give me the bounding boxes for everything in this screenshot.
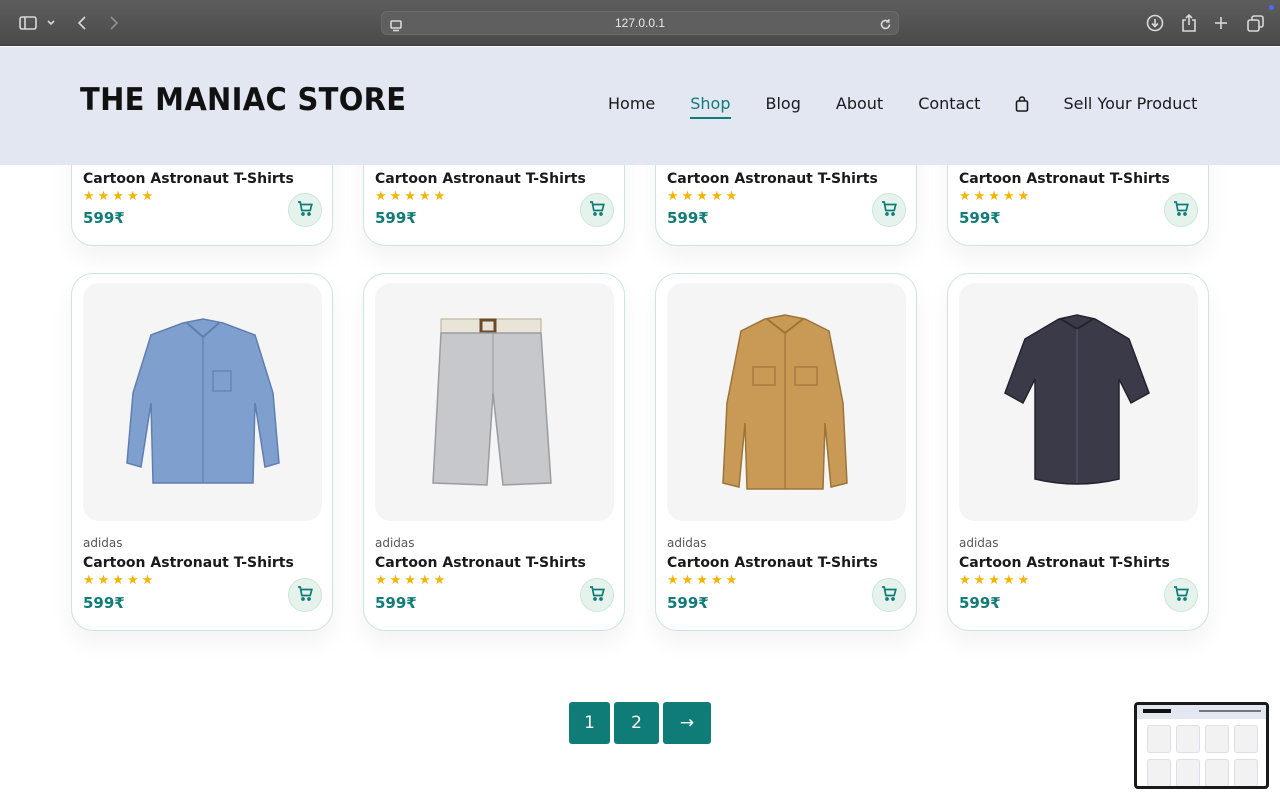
thumbnail-nav — [1199, 710, 1261, 712]
url-text: 127.0.0.1 — [614, 16, 666, 30]
new-tab-plus-icon[interactable] — [1212, 12, 1230, 34]
product-price: 599₹ — [83, 209, 125, 227]
product-image-blue-shirt[interactable] — [83, 283, 322, 521]
product-brand: adidas — [667, 536, 707, 550]
page-2-button[interactable]: 2 — [614, 702, 659, 744]
page-1-button[interactable]: 1 — [569, 702, 610, 744]
add-to-cart-button[interactable] — [580, 193, 614, 227]
thumbnail-card — [1147, 725, 1171, 753]
rating-stars: ★★★★★ — [667, 573, 741, 588]
product-name[interactable]: Cartoon Astronaut T-Shirts — [83, 171, 294, 187]
cart-icon — [589, 585, 605, 605]
cart-icon — [881, 585, 897, 605]
back-arrow-icon[interactable] — [74, 12, 90, 34]
product-card[interactable]: adidas Cartoon Astronaut T-Shirts ★★★★★ … — [947, 273, 1209, 631]
product-name[interactable]: Cartoon Astronaut T-Shirts — [667, 555, 878, 571]
product-name[interactable]: Cartoon Astronaut T-Shirts — [959, 555, 1170, 571]
product-image-tan-overshirt[interactable] — [667, 283, 906, 521]
nav-contact[interactable]: Contact — [918, 94, 980, 113]
rating-stars: ★★★★★ — [83, 189, 157, 204]
download-icon[interactable] — [1145, 12, 1165, 34]
product-name[interactable]: Cartoon Astronaut T-Shirts — [83, 555, 294, 571]
product-card[interactable]: adidas Cartoon Astronaut T-Shirts ★★★★★ … — [71, 273, 333, 631]
product-brand: adidas — [83, 536, 123, 550]
shopping-bag-icon[interactable] — [1015, 95, 1029, 112]
rating-stars: ★★★★★ — [375, 189, 449, 204]
nav-about[interactable]: About — [836, 94, 883, 113]
rating-stars: ★★★★★ — [959, 189, 1033, 204]
thumbnail-logo — [1143, 709, 1171, 713]
add-to-cart-button[interactable] — [1164, 193, 1198, 227]
product-image-dark-shirt[interactable] — [959, 283, 1198, 521]
product-price: 599₹ — [83, 594, 125, 612]
reload-icon[interactable] — [879, 16, 892, 35]
nav-shop[interactable]: Shop — [690, 94, 731, 119]
product-card[interactable]: adidas Cartoon Astronaut T-Shirts ★★★★★ … — [363, 273, 625, 631]
thumbnail-card — [1234, 759, 1258, 786]
recording-indicator — [1269, 5, 1274, 10]
add-to-cart-button[interactable] — [288, 578, 322, 612]
main-nav: Home Shop Blog About Contact Sell Your P… — [608, 94, 1197, 119]
thumbnail-card — [1205, 725, 1229, 753]
cart-icon — [1173, 585, 1189, 605]
thumbnail-card — [1234, 725, 1258, 753]
nav-sell-your-product[interactable]: Sell Your Product — [1063, 94, 1197, 113]
browser-toolbar: 127.0.0.1 — [0, 0, 1280, 46]
product-price: 599₹ — [667, 594, 709, 612]
rating-stars: ★★★★★ — [959, 573, 1033, 588]
store-logo[interactable]: THE MANIAC STORE — [80, 81, 406, 118]
product-name[interactable]: Cartoon Astronaut T-Shirts — [667, 171, 878, 187]
nav-home[interactable]: Home — [608, 94, 655, 113]
sidebar-toggle-icon[interactable] — [18, 12, 38, 34]
thumbnail-card — [1147, 759, 1171, 786]
product-brand: adidas — [959, 536, 999, 550]
rating-stars: ★★★★★ — [667, 189, 741, 204]
add-to-cart-button[interactable] — [288, 193, 322, 227]
add-to-cart-button[interactable] — [1164, 578, 1198, 612]
rating-stars: ★★★★★ — [83, 573, 157, 588]
site-header: THE MANIAC STORE Home Shop Blog About Co… — [0, 47, 1280, 165]
product-card[interactable]: adidas Cartoon Astronaut T-Shirts ★★★★★ … — [655, 273, 917, 631]
product-name[interactable]: Cartoon Astronaut T-Shirts — [959, 171, 1170, 187]
cart-icon — [881, 200, 897, 220]
next-page-button[interactable]: → — [663, 702, 711, 744]
share-icon[interactable] — [1179, 12, 1199, 34]
product-price: 599₹ — [959, 594, 1001, 612]
cart-icon — [297, 585, 313, 605]
thumbnail-card — [1176, 759, 1200, 786]
product-price: 599₹ — [375, 209, 417, 227]
add-to-cart-button[interactable] — [580, 578, 614, 612]
product-image-grey-shorts[interactable] — [375, 283, 614, 521]
product-price: 599₹ — [667, 209, 709, 227]
cart-icon — [297, 200, 313, 220]
thumbnail-card — [1176, 725, 1200, 753]
product-name[interactable]: Cartoon Astronaut T-Shirts — [375, 555, 586, 571]
chevron-down-icon[interactable] — [44, 12, 58, 34]
thumbnail-card — [1205, 759, 1229, 786]
add-to-cart-button[interactable] — [872, 193, 906, 227]
arrow-right-icon: → — [679, 713, 695, 733]
add-to-cart-button[interactable] — [872, 578, 906, 612]
product-name[interactable]: Cartoon Astronaut T-Shirts — [375, 171, 586, 187]
nav-blog[interactable]: Blog — [766, 94, 801, 113]
product-price: 599₹ — [959, 209, 1001, 227]
cart-icon — [589, 200, 605, 220]
address-bar[interactable]: 127.0.0.1 — [381, 11, 899, 35]
rating-stars: ★★★★★ — [375, 573, 449, 588]
screenshot-thumbnail[interactable] — [1134, 702, 1269, 789]
cart-icon — [1173, 200, 1189, 220]
thumbnail-header — [1137, 705, 1266, 719]
forward-arrow-icon[interactable] — [106, 12, 122, 34]
product-price: 599₹ — [375, 594, 417, 612]
tab-overview-icon[interactable] — [1245, 12, 1265, 34]
product-brand: adidas — [375, 536, 415, 550]
